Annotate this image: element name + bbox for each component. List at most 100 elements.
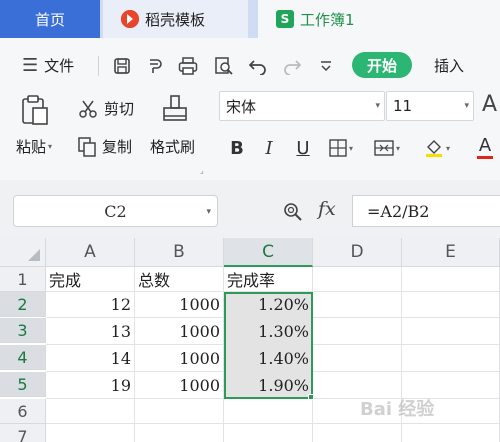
cell-d7[interactable]: [313, 424, 402, 442]
font-name-dropdown-icon: ▾: [375, 101, 380, 111]
cell-b3[interactable]: 1000: [135, 318, 224, 345]
format-painter-icon[interactable]: [160, 94, 190, 126]
cell-b4[interactable]: 1000: [135, 345, 224, 372]
tab-docer-templates[interactable]: 稻壳模板: [103, 0, 248, 38]
paste-dropdown-icon: ▾: [48, 142, 53, 151]
redo-icon[interactable]: [280, 54, 304, 78]
format-painter-label: 格式刷: [150, 138, 196, 156]
cell-a6[interactable]: [46, 399, 135, 424]
underline-button[interactable]: U: [290, 136, 316, 160]
cell-b6[interactable]: [135, 399, 224, 424]
cell-a7[interactable]: [46, 424, 135, 442]
tab-bar: 首页 稻壳模板 S 工作簿1: [0, 0, 500, 38]
menu-divider: [98, 56, 99, 76]
tab-insert-label: 插入: [434, 56, 465, 75]
insert-function-button[interactable]: fx: [318, 198, 336, 220]
paint-bucket-icon: [424, 138, 444, 158]
cell-b2[interactable]: 1000: [135, 292, 224, 318]
cell-d3[interactable]: [313, 318, 402, 345]
row-header-3[interactable]: 3: [0, 318, 46, 343]
scissors-icon: [78, 99, 98, 119]
font-size-select[interactable]: 11 ▾: [386, 91, 474, 121]
cell-a1[interactable]: 完成: [46, 267, 135, 292]
copy-button[interactable]: 复制: [78, 136, 132, 157]
print-icon[interactable]: [176, 54, 200, 78]
cell-e4[interactable]: [402, 345, 500, 372]
column-header-a[interactable]: A: [46, 238, 135, 267]
menu-row: ☰ 文件 开始 插入: [0, 50, 500, 80]
file-menu[interactable]: ☰ 文件: [22, 50, 74, 80]
cell-c7[interactable]: [224, 424, 313, 442]
borders-icon: [329, 139, 347, 157]
name-box-value: C2: [104, 201, 127, 221]
tab-workbook[interactable]: S 工作簿1: [258, 0, 500, 38]
cell-b5[interactable]: 1000: [135, 372, 224, 399]
cell-a5[interactable]: 19: [46, 372, 135, 399]
cut-label: 剪切: [104, 100, 135, 118]
formula-input[interactable]: =A2/B2: [352, 195, 500, 227]
cell-a3[interactable]: 13: [46, 318, 135, 345]
borders-button[interactable]: ▾: [326, 136, 356, 160]
font-name-value: 宋体: [226, 97, 257, 116]
cell-c6[interactable]: [224, 399, 313, 424]
save-icon[interactable]: [110, 54, 134, 78]
italic-button[interactable]: I: [256, 136, 282, 160]
cell-c4[interactable]: 1.40%: [224, 345, 313, 372]
select-all-triangle-icon: [28, 249, 40, 261]
cell-e1[interactable]: [402, 267, 500, 292]
cell-a4[interactable]: 14: [46, 345, 135, 372]
tab-start[interactable]: 开始: [352, 52, 412, 78]
row-header-1[interactable]: 1: [0, 267, 46, 292]
cell-c5[interactable]: 1.90%: [224, 372, 313, 399]
bold-button[interactable]: B: [224, 136, 250, 160]
cell-b1[interactable]: 总数: [135, 267, 224, 292]
format-painter-button[interactable]: 格式刷: [150, 136, 195, 157]
cell-c2[interactable]: 1.20%: [224, 292, 313, 318]
cell-c3[interactable]: 1.30%: [224, 318, 313, 345]
increase-font-size-icon[interactable]: A: [482, 92, 497, 117]
cell-d2[interactable]: [313, 292, 402, 318]
watermark-logo: Bai 经验: [360, 399, 435, 420]
cell-c1[interactable]: 完成率: [224, 267, 313, 292]
spreadsheet-icon: S: [276, 10, 294, 28]
fill-color-button[interactable]: ▾: [422, 136, 452, 160]
zoom-search-icon[interactable]: [283, 202, 303, 226]
cut-button[interactable]: 剪切: [78, 98, 134, 119]
cell-b7[interactable]: [135, 424, 224, 442]
paste-button[interactable]: 粘贴 ▾: [16, 136, 52, 157]
column-header-c[interactable]: C: [224, 238, 313, 267]
cell-e3[interactable]: [402, 318, 500, 345]
font-name-select[interactable]: 宋体 ▾: [219, 91, 385, 121]
paste-icon[interactable]: [20, 94, 50, 126]
font-color-button[interactable]: A: [470, 136, 500, 160]
row-header-6[interactable]: 6: [0, 399, 46, 424]
format-convert-icon[interactable]: [143, 54, 167, 78]
tab-home-label: 首页: [34, 10, 65, 29]
name-box[interactable]: C2 ▾: [13, 195, 218, 227]
cell-a2[interactable]: 12: [46, 292, 135, 318]
cell-e2[interactable]: [402, 292, 500, 318]
quick-access-dropdown-icon[interactable]: [314, 54, 338, 78]
fill-color-dropdown-icon: ▾: [445, 143, 450, 153]
row-header-4[interactable]: 4: [0, 345, 46, 370]
column-header-e[interactable]: E: [402, 238, 500, 267]
tab-docer-label: 稻壳模板: [145, 10, 206, 29]
row-header-2[interactable]: 2: [0, 292, 46, 317]
clipboard-group-launcher-icon[interactable]: ⌟: [200, 166, 204, 175]
undo-icon[interactable]: [246, 54, 270, 78]
row-header-7[interactable]: 7: [0, 424, 46, 442]
cell-d4[interactable]: [313, 345, 402, 372]
select-all-corner[interactable]: [0, 238, 46, 267]
copy-icon: [78, 136, 96, 157]
tab-insert[interactable]: 插入: [434, 50, 464, 80]
column-header-b[interactable]: B: [135, 238, 224, 267]
tab-home[interactable]: 首页: [0, 0, 100, 38]
print-preview-icon[interactable]: [212, 54, 236, 78]
fill-handle[interactable]: [308, 394, 314, 400]
merge-cells-button[interactable]: ▾: [372, 136, 402, 160]
row-header-5[interactable]: 5: [0, 372, 46, 397]
column-header-d[interactable]: D: [313, 238, 402, 267]
cell-e7[interactable]: [402, 424, 500, 442]
cell-d1[interactable]: [313, 267, 402, 292]
merge-cells-icon: [374, 139, 394, 157]
